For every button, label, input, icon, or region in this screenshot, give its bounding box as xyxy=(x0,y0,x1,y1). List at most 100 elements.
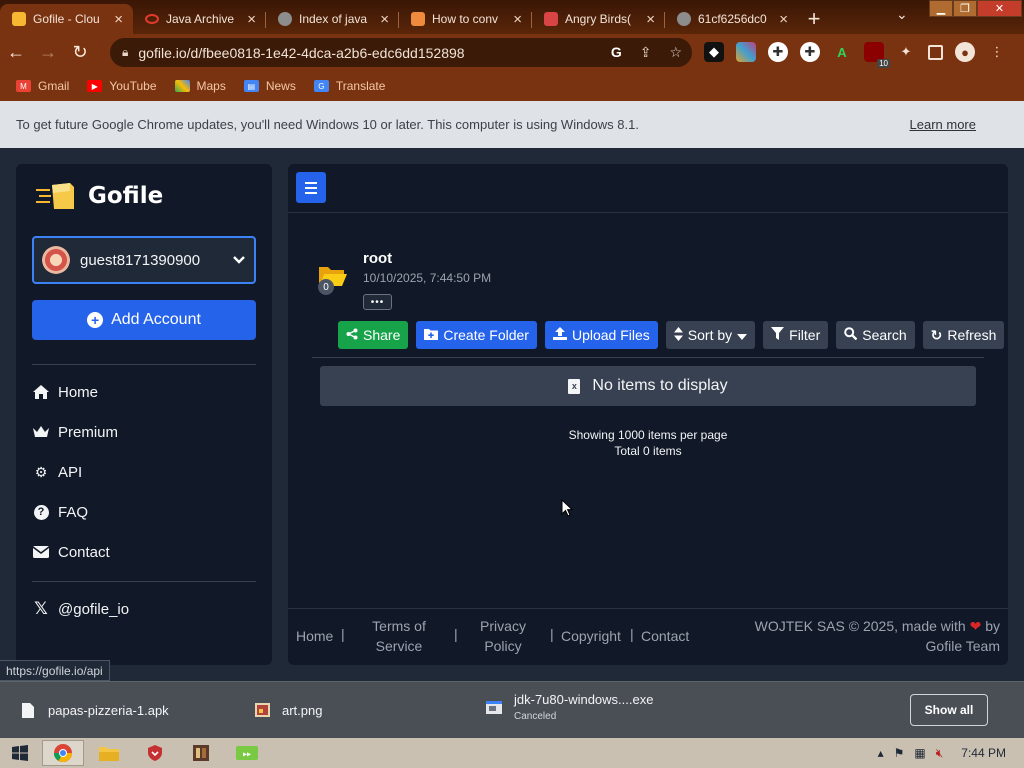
tab-title: Gofile - Clou xyxy=(33,12,100,26)
nav-contact[interactable]: Contact xyxy=(32,543,110,561)
learn-more-link[interactable]: Learn more xyxy=(910,117,976,132)
footer-privacy-link[interactable]: Privacy Policy xyxy=(474,616,532,656)
close-icon[interactable]: × xyxy=(513,12,522,27)
search-button[interactable]: Search xyxy=(836,321,915,349)
gamepad-alt-extension-icon[interactable]: ✚ xyxy=(800,42,820,62)
tab-java-archive[interactable]: Java Archive × xyxy=(133,4,266,34)
a-extension-icon[interactable]: A xyxy=(832,42,852,62)
colorful-extension-icon[interactable] xyxy=(736,42,756,62)
refresh-button[interactable]: ↻ Refresh xyxy=(922,321,1005,349)
footer-copyright-link[interactable]: Copyright xyxy=(561,626,621,646)
menu-toggle-button[interactable] xyxy=(296,172,326,203)
update-infobar: To get future Google Chrome updates, you… xyxy=(0,101,1024,148)
folder-date: 10/10/2025, 7:44:50 PM xyxy=(363,271,492,285)
more-options-button[interactable]: ••• xyxy=(363,294,392,310)
close-window-button[interactable]: ✕ xyxy=(977,0,1022,17)
infobar-message: To get future Google Chrome updates, you… xyxy=(16,117,639,132)
footer-separator: | xyxy=(550,626,554,642)
bookmark-label: Translate xyxy=(335,79,386,93)
upload-files-button[interactable]: Upload Files xyxy=(544,321,658,349)
volume-muted-icon[interactable]: 🔇︎ xyxy=(936,746,944,761)
menu-kebab-icon[interactable]: ⋮ xyxy=(987,42,1007,62)
folder-name: root xyxy=(363,250,393,267)
footer-credit: WOJTEK SAS © 2025, made with ❤ by Gofile… xyxy=(718,616,1000,656)
bookmark-gmail[interactable]: M Gmail xyxy=(16,79,69,93)
tab-index-of-java[interactable]: Index of java × xyxy=(266,4,399,34)
gofile-logo[interactable]: Gofile xyxy=(36,181,163,211)
twitter-link[interactable]: 𝕏 @gofile_io xyxy=(32,599,130,618)
nav-home[interactable]: Home xyxy=(32,383,98,401)
close-icon[interactable]: × xyxy=(114,12,123,27)
extensions-puzzle-icon[interactable]: ✦ xyxy=(896,42,916,62)
envelope-icon xyxy=(32,543,50,561)
footer-contact-link[interactable]: Contact xyxy=(641,626,689,646)
nav-label: Home xyxy=(58,383,99,401)
account-select[interactable]: guest8171390900 xyxy=(32,236,256,284)
close-icon[interactable]: × xyxy=(779,12,788,27)
sort-by-button[interactable]: Sort by xyxy=(665,321,756,349)
tab-gofile[interactable]: Gofile - Clou × xyxy=(0,4,133,34)
gofile-page: Gofile guest8171390900 + Add Account Hom… xyxy=(0,148,1024,681)
nav-faq[interactable]: ? FAQ xyxy=(32,503,88,521)
flag-icon[interactable]: ⚑ xyxy=(894,746,905,760)
back-button[interactable]: ← xyxy=(0,37,32,69)
tray-expand-icon[interactable]: ▴ xyxy=(878,746,884,760)
create-folder-button[interactable]: Create Folder xyxy=(416,321,537,349)
windows-start-icon[interactable] xyxy=(0,740,40,766)
address-bar[interactable]: 🔒︎ gofile.io/d/fbee0818-1e42-4dca-a2b6-e… xyxy=(110,38,692,67)
security-app-taskbar-icon[interactable] xyxy=(134,740,176,766)
footer-home-link[interactable]: Home xyxy=(296,626,333,646)
add-account-button[interactable]: + Add Account xyxy=(32,300,256,340)
lock-icon[interactable]: 🔒︎ xyxy=(122,45,128,60)
show-all-button[interactable]: Show all xyxy=(910,694,988,726)
plus-circle-icon: + xyxy=(87,312,104,328)
roblox-extension-icon[interactable]: ◆ xyxy=(704,42,724,62)
close-icon[interactable]: × xyxy=(247,12,256,27)
nav-premium[interactable]: Premium xyxy=(32,423,118,441)
clock[interactable]: 7:44 PM xyxy=(961,746,1006,760)
tab-hash[interactable]: 61cf6256dc0 × xyxy=(665,4,798,34)
share-icon xyxy=(346,328,358,343)
download-item[interactable]: jdk-7u80-windows....exe Canceled xyxy=(486,692,653,722)
home-icon xyxy=(32,383,50,401)
chrome-taskbar-icon[interactable] xyxy=(42,740,84,766)
tab-title: How to conv xyxy=(432,12,499,26)
filter-button[interactable]: Filter xyxy=(763,321,829,349)
footer-terms-link[interactable]: Terms of Service xyxy=(368,616,430,656)
ublock-extension-icon[interactable]: 10 xyxy=(864,42,890,68)
profile-avatar-icon[interactable]: ● xyxy=(955,42,975,62)
restore-button[interactable]: ❐ xyxy=(953,0,977,17)
download-item[interactable]: art.png xyxy=(254,702,322,718)
bookmark-maps[interactable]: Maps xyxy=(174,79,226,93)
button-label: Share xyxy=(363,327,401,343)
oracle-favicon-icon xyxy=(145,14,159,24)
share-page-icon[interactable]: ⇪ xyxy=(640,44,652,61)
brand-name: Gofile xyxy=(88,183,164,209)
minimize-button[interactable]: ▁ xyxy=(929,0,953,17)
file-explorer-taskbar-icon[interactable] xyxy=(88,740,130,766)
side-panel-icon[interactable] xyxy=(928,44,943,60)
forward-button[interactable]: → xyxy=(32,37,64,69)
globe-icon xyxy=(278,12,292,26)
bookmark-youtube[interactable]: ▶ YouTube xyxy=(87,79,157,93)
download-item[interactable]: papas-pizzeria-1.apk xyxy=(20,702,169,718)
bookmark-news[interactable]: ▤ News xyxy=(243,79,296,93)
new-tab-button[interactable]: + xyxy=(798,4,830,34)
close-icon[interactable]: × xyxy=(380,12,389,27)
tab-angry-birds[interactable]: Angry Birds( × xyxy=(532,4,665,34)
tab-title: Index of java xyxy=(299,12,368,26)
share-button[interactable]: Share xyxy=(338,321,409,349)
network-icon[interactable]: ▦ xyxy=(914,746,925,760)
android-app-taskbar-icon[interactable]: ▸▸ xyxy=(226,740,268,766)
gamepad-extension-icon[interactable]: ✚ xyxy=(768,42,788,62)
bookmark-star-icon[interactable]: ☆ xyxy=(669,44,682,61)
tab-how-to-convert[interactable]: How to conv × xyxy=(399,4,532,34)
reload-button[interactable]: ↻ xyxy=(64,37,96,69)
tab-search-chevron-icon[interactable]: ⌄ xyxy=(896,6,908,23)
nav-api[interactable]: ⚙ API xyxy=(32,463,82,481)
close-icon[interactable]: × xyxy=(646,12,655,27)
game-app-taskbar-icon[interactable] xyxy=(180,740,222,766)
google-lens-icon[interactable]: G xyxy=(611,44,622,61)
bookmark-translate[interactable]: G Translate xyxy=(313,79,386,93)
social-handle: @gofile_io xyxy=(58,600,130,618)
